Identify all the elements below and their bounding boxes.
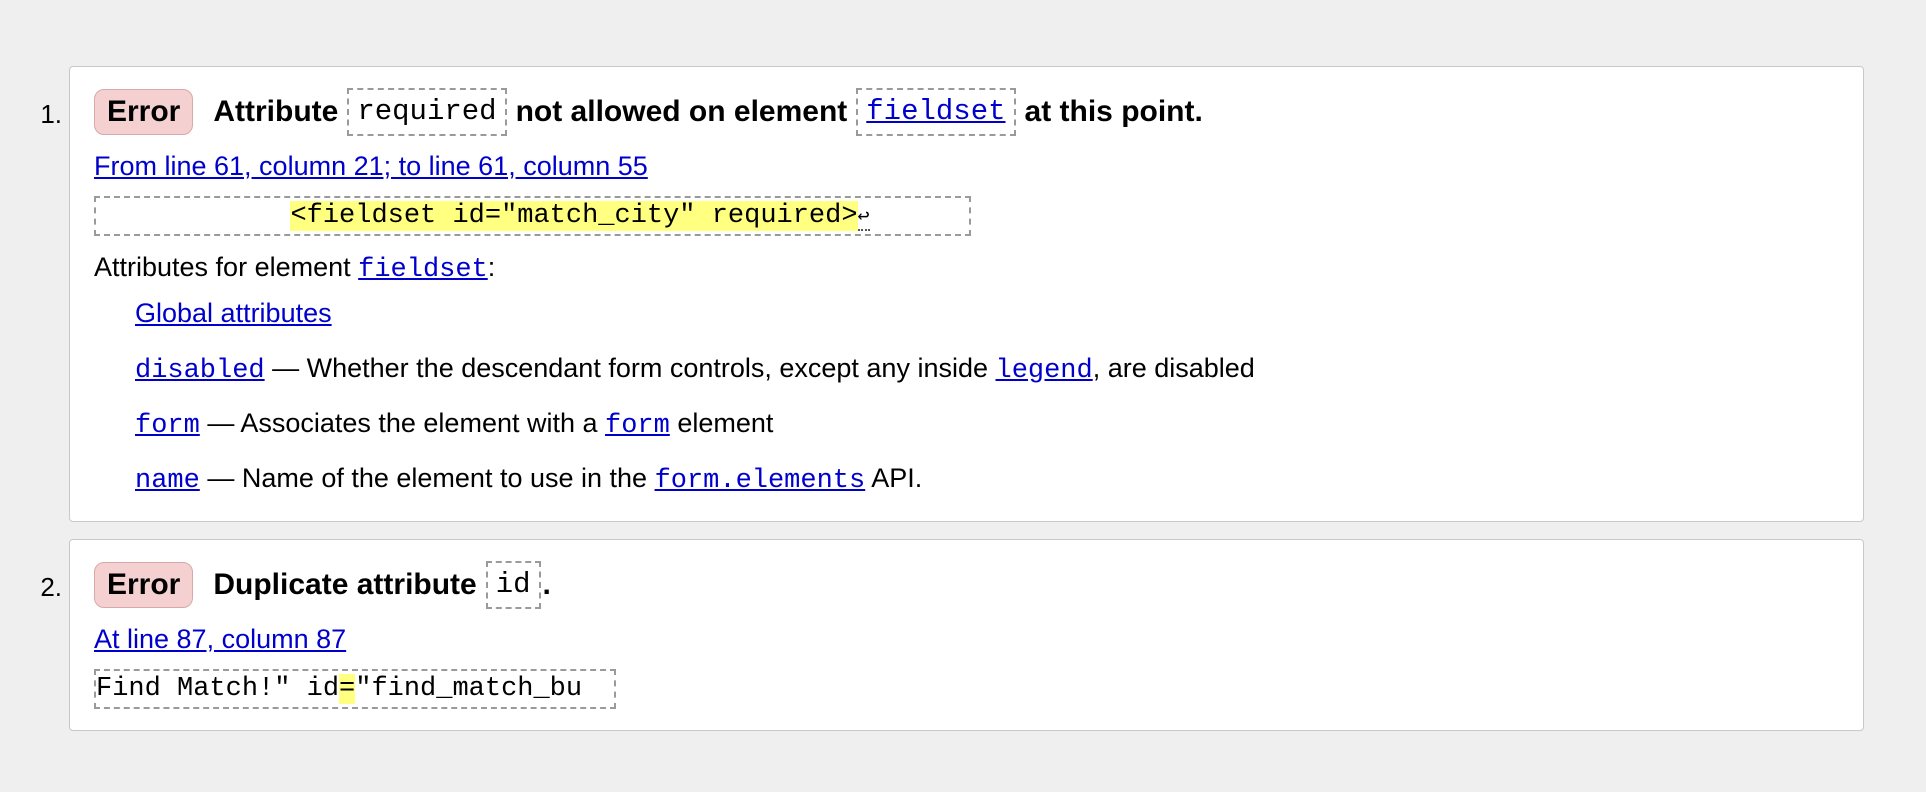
message-headline: Error Attribute required not allowed on … xyxy=(94,87,1839,137)
attributes-title: Attributes for element fieldset: xyxy=(94,252,1839,285)
attribute-description: — Name of the element to use in the xyxy=(199,463,655,493)
attribute-description: API. xyxy=(865,463,923,493)
attribute-description: — Whether the descendant form controls, … xyxy=(264,353,996,383)
disabled-attribute-link[interactable]: disabled xyxy=(135,356,265,386)
element-code-box: fieldset xyxy=(856,88,1016,136)
form-elements-api-link[interactable]: form.elements xyxy=(655,466,866,496)
error-badge: Error xyxy=(94,562,194,608)
attribute-description: element xyxy=(669,408,774,438)
attribute-code: required xyxy=(347,88,507,136)
legend-element-link[interactable]: legend xyxy=(996,356,1093,386)
fieldset-element-link[interactable]: fieldset xyxy=(358,255,488,285)
attribute-item-disabled: disabled — Whether the descendant form c… xyxy=(135,346,1839,401)
extract-indent xyxy=(96,201,290,231)
source-extract: Find Match!" id="find_match_bu xyxy=(94,669,616,709)
extract-before: Find Match!" id xyxy=(96,674,340,704)
attribute-item-name: name — Name of the element to use in the… xyxy=(135,456,1839,511)
error-message-2: 2. Error Duplicate attribute id. At line… xyxy=(40,539,1864,731)
message-number: 2. xyxy=(40,572,62,602)
attribute-description: — Associates the element with a xyxy=(199,408,606,438)
error-badge: Error xyxy=(94,89,194,135)
form-attribute-link[interactable]: form xyxy=(135,411,200,441)
message-headline: Error Duplicate attribute id. xyxy=(94,560,1839,610)
linefeed-icon: ↩ xyxy=(857,206,870,231)
form-element-link[interactable]: form xyxy=(605,411,670,441)
extract-after: "find_match_bu xyxy=(355,674,583,704)
headline-text: . xyxy=(542,568,551,601)
extract-highlight: <fieldset id="match_city" required> xyxy=(290,201,858,231)
attribute-code: id xyxy=(485,561,541,609)
source-location-link[interactable]: From line 61, column 21; to line 61, col… xyxy=(94,151,1839,182)
extract-highlight: = xyxy=(339,674,356,704)
headline-text: at this point. xyxy=(1024,95,1203,128)
attribute-description: , are disabled xyxy=(1092,353,1255,383)
source-location-link[interactable]: At line 87, column 87 xyxy=(94,624,1839,655)
headline-text: Attribute xyxy=(213,95,339,128)
source-extract: <fieldset id="match_city" required>↩ xyxy=(94,196,971,236)
headline-text: not allowed on element xyxy=(515,95,848,128)
error-message-1: 1. Error Attribute required not allowed … xyxy=(40,66,1864,522)
name-attribute-link[interactable]: name xyxy=(135,466,200,496)
message-list: 1. Error Attribute required not allowed … xyxy=(0,66,1926,748)
attribute-item-global: Global attributes xyxy=(135,291,1839,346)
attribute-list: Global attributes disabled — Whether the… xyxy=(135,291,1839,511)
fieldset-link[interactable]: fieldset xyxy=(866,95,1005,128)
message-number: 1. xyxy=(40,99,62,129)
headline-text: Duplicate attribute xyxy=(213,568,477,601)
attributes-title-text: Attributes for element xyxy=(94,252,351,282)
global-attributes-link[interactable]: Global attributes xyxy=(135,298,332,328)
attribute-item-form: form — Associates the element with a for… xyxy=(135,401,1839,456)
attributes-title-colon: : xyxy=(487,252,496,282)
